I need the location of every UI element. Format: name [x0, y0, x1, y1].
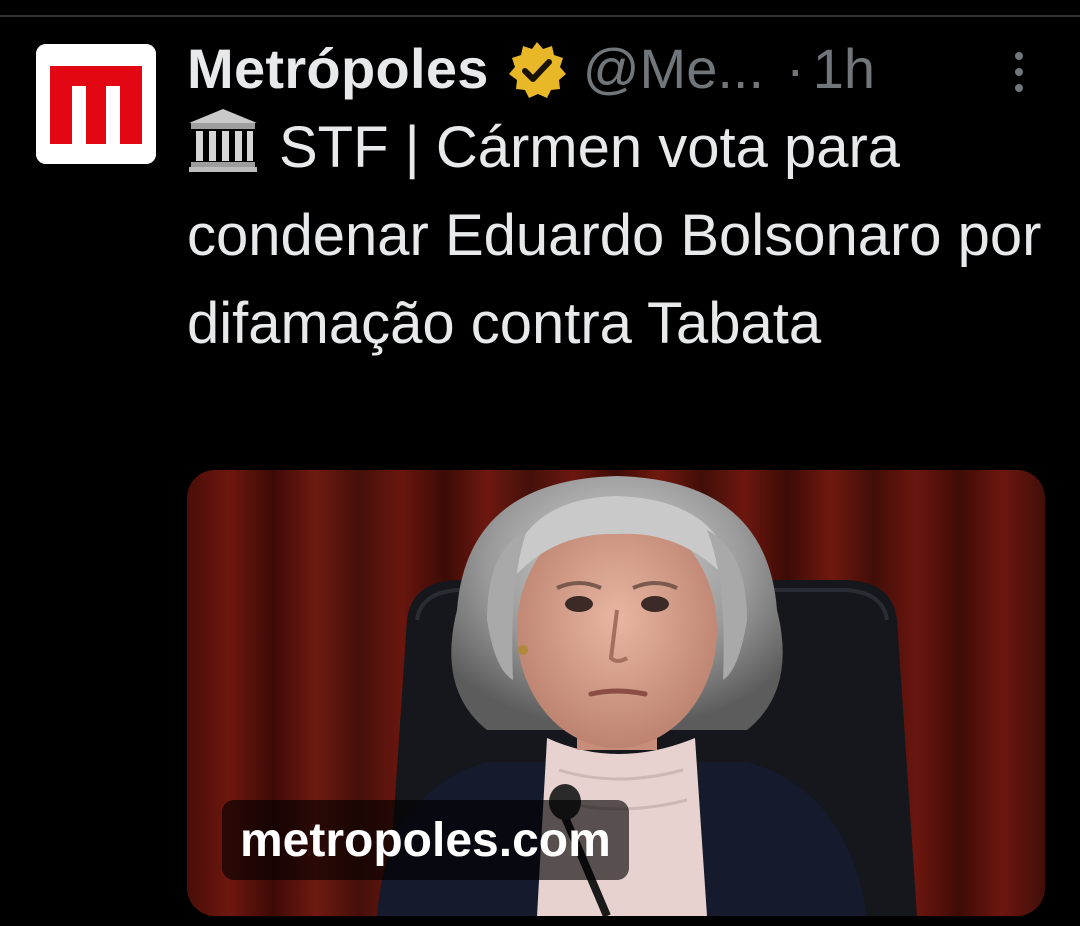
media-domain-label[interactable]: metropoles.com	[222, 800, 629, 880]
metropoles-logo	[36, 44, 156, 164]
tweet-header: Metrópoles @Me... · 1h	[187, 34, 1047, 102]
media-card[interactable]: metropoles.com	[187, 470, 1045, 916]
verified-badge-icon	[507, 40, 567, 100]
tweet-text: STF | Cármen vota para condenar Eduardo …	[187, 104, 1047, 368]
tweet-text-body: STF | Cármen vota para condenar Eduardo …	[187, 115, 1042, 356]
top-divider	[0, 15, 1080, 17]
tweet-time[interactable]: 1h	[813, 36, 875, 101]
more-options-icon[interactable]	[1010, 48, 1028, 96]
author-name[interactable]: Metrópoles	[187, 36, 489, 101]
separator-dot: ·	[786, 36, 805, 100]
author-handle[interactable]: @Me...	[583, 36, 764, 101]
author-avatar[interactable]	[36, 44, 156, 164]
classical-building-icon	[187, 107, 259, 173]
